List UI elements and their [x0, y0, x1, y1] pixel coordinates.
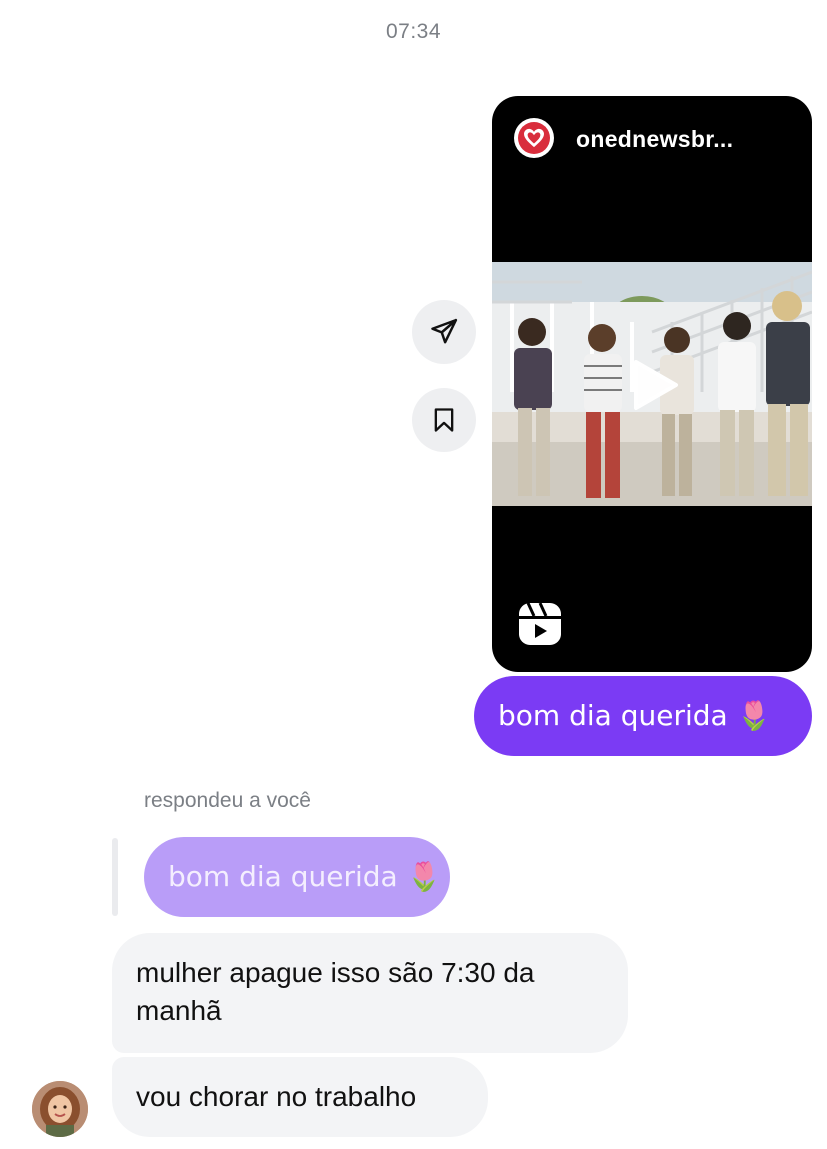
- reel-username[interactable]: onednewsbr...: [576, 126, 733, 153]
- received-message-bubble[interactable]: mulher apague isso são 7:30 da manhã: [112, 933, 628, 1053]
- bookmark-icon: [430, 405, 458, 435]
- share-button[interactable]: [412, 300, 476, 364]
- shared-reel-card[interactable]: onednewsbr...: [492, 96, 812, 672]
- onednewsbr-logo-icon[interactable]: [514, 118, 554, 158]
- quoted-message-bubble[interactable]: bom dia querida 🌷: [144, 837, 450, 917]
- video-thumbnail[interactable]: [492, 262, 812, 506]
- send-icon: [429, 317, 459, 347]
- reply-caption: respondeu a você: [144, 789, 311, 812]
- reels-icon: [516, 600, 564, 653]
- sent-message-bubble[interactable]: bom dia querida 🌷: [474, 676, 812, 756]
- quoted-message-text: bom dia querida 🌷: [168, 860, 442, 893]
- received-message-bubble[interactable]: vou chorar no trabalho: [112, 1057, 488, 1137]
- received-message-text: vou chorar no trabalho: [136, 1081, 417, 1112]
- conversation-timestamp: 07:34: [385, 20, 442, 43]
- reply-indicator-bar: [112, 838, 118, 916]
- sent-message-text: bom dia querida 🌷: [498, 699, 772, 732]
- save-button[interactable]: [412, 388, 476, 452]
- received-message-text: mulher apague isso são 7:30 da manhã: [136, 957, 535, 1026]
- avatar[interactable]: [32, 1081, 88, 1137]
- play-icon[interactable]: [630, 358, 680, 417]
